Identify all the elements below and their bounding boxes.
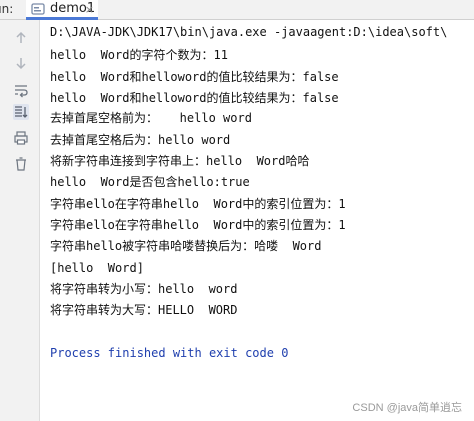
console-toolbar xyxy=(0,20,40,421)
clear-icon[interactable] xyxy=(13,156,29,172)
console-output[interactable]: D:\JAVA-JDK\JDK17\bin\java.exe -javaagen… xyxy=(50,20,474,400)
console-line: 去掉首尾空格后为：hello word xyxy=(50,133,231,147)
console-line: hello Word和helloword的值比较结果为：false xyxy=(50,70,339,84)
console-line-command: D:\JAVA-JDK\JDK17\bin\java.exe -javaagen… xyxy=(50,25,448,39)
console-line: 字符串ello在字符串hello Word中的索引位置为：1 xyxy=(50,218,346,232)
tab-demo1[interactable]: demo1 × xyxy=(26,0,98,20)
scroll-to-end-icon[interactable] xyxy=(13,104,29,120)
arrow-down-icon[interactable] xyxy=(13,55,29,71)
console-line: 将新字符串连接到字符串上：hello Word哈哈 xyxy=(50,154,310,168)
console-line: 去掉首尾空格前为： hello word xyxy=(50,111,252,125)
console-line: 将字符串转为大写：HELLO WORD xyxy=(50,303,238,317)
watermark-text: CSDN @java简单逍忘 xyxy=(352,402,462,414)
console-line: hello Word和helloword的值比较结果为：false xyxy=(50,91,339,105)
console-line: [hello Word] xyxy=(50,261,144,275)
process-exit-line: Process finished with exit code 0 xyxy=(50,346,289,360)
print-icon[interactable] xyxy=(13,130,29,146)
run-tab-bar: un: demo1 × xyxy=(0,0,474,20)
run-tool-window-label: un: xyxy=(0,2,14,16)
console-line: 字符串hello被字符串哈喽替换后为：哈喽 Word xyxy=(50,239,322,253)
run-config-icon xyxy=(31,2,45,15)
console-line: hello Word是否包含hello:true xyxy=(50,175,250,189)
console-line: hello Word的字符个数为：11 xyxy=(50,48,228,62)
console-line: 将字符串转为小写：hello word xyxy=(50,282,238,296)
soft-wrap-icon[interactable] xyxy=(13,82,29,98)
console-line: 字符串ello在字符串hello Word中的索引位置为：1 xyxy=(50,197,346,211)
tab-close-icon[interactable]: × xyxy=(85,3,94,16)
arrow-up-icon[interactable] xyxy=(13,30,29,46)
